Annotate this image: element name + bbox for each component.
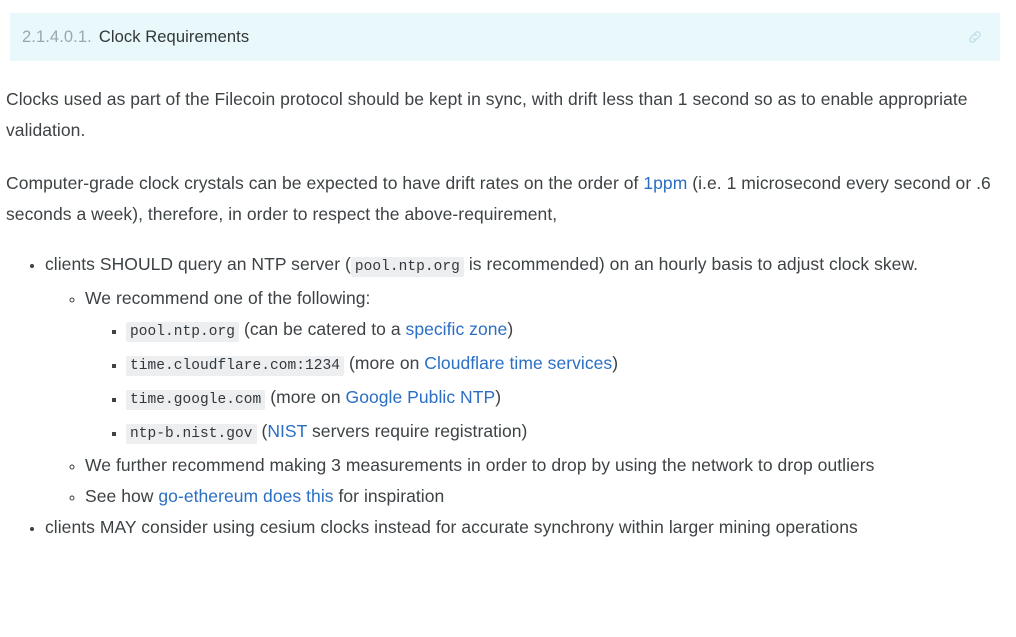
inline-link[interactable]: Google Public NTP xyxy=(346,387,496,407)
nested-list: pool.ntp.org (can be catered to a specif… xyxy=(85,314,1000,450)
list-item: clients SHOULD query an NTP server (pool… xyxy=(45,249,1000,512)
inline-code: pool.ntp.org xyxy=(126,322,240,342)
list-item: ntp-b.nist.gov (NIST servers require reg… xyxy=(126,416,1000,450)
recommendations-list: clients SHOULD query an NTP server (pool… xyxy=(6,249,1000,543)
inline-code: time.cloudflare.com:1234 xyxy=(126,356,345,376)
list-item: time.cloudflare.com:1234 (more on Cloudf… xyxy=(126,348,1000,382)
inline-link[interactable]: go-ethereum does this xyxy=(158,486,333,506)
list-item: clients MAY consider using cesium clocks… xyxy=(45,512,1000,543)
nested-list: We recommend one of the following:pool.n… xyxy=(45,283,1000,512)
inline-code: pool.ntp.org xyxy=(350,257,464,277)
section-heading: 2.1.4.0.1. Clock Requirements xyxy=(10,13,1000,61)
page-title: Clock Requirements xyxy=(98,27,250,46)
list-item: We further recommend making 3 measuremen… xyxy=(85,450,1000,481)
paragraph-intro: Clocks used as part of the Filecoin prot… xyxy=(6,89,968,140)
inline-link[interactable]: NIST xyxy=(267,421,307,441)
documentation-page: 2.1.4.0.1. Clock Requirements Clocks use… xyxy=(0,13,1016,637)
list-item: pool.ntp.org (can be catered to a specif… xyxy=(126,314,1000,348)
list-item: We recommend one of the following:pool.n… xyxy=(85,283,1000,450)
section-number: 2.1.4.0.1. xyxy=(22,27,92,46)
article-body: Clocks used as part of the Filecoin prot… xyxy=(0,84,1016,543)
inline-code: time.google.com xyxy=(126,390,266,410)
inline-code: ntp-b.nist.gov xyxy=(126,424,257,444)
inline-link[interactable]: specific zone xyxy=(406,319,508,339)
inline-link[interactable]: 1ppm xyxy=(643,173,687,193)
list-item: time.google.com (more on Google Public N… xyxy=(126,382,1000,416)
list-item: See how go-ethereum does this for inspir… xyxy=(85,481,1000,512)
inline-link[interactable]: Cloudflare time services xyxy=(424,353,612,373)
link-icon[interactable] xyxy=(966,28,984,46)
paragraph-drift-rates: Computer-grade clock crystals can be exp… xyxy=(6,173,991,224)
